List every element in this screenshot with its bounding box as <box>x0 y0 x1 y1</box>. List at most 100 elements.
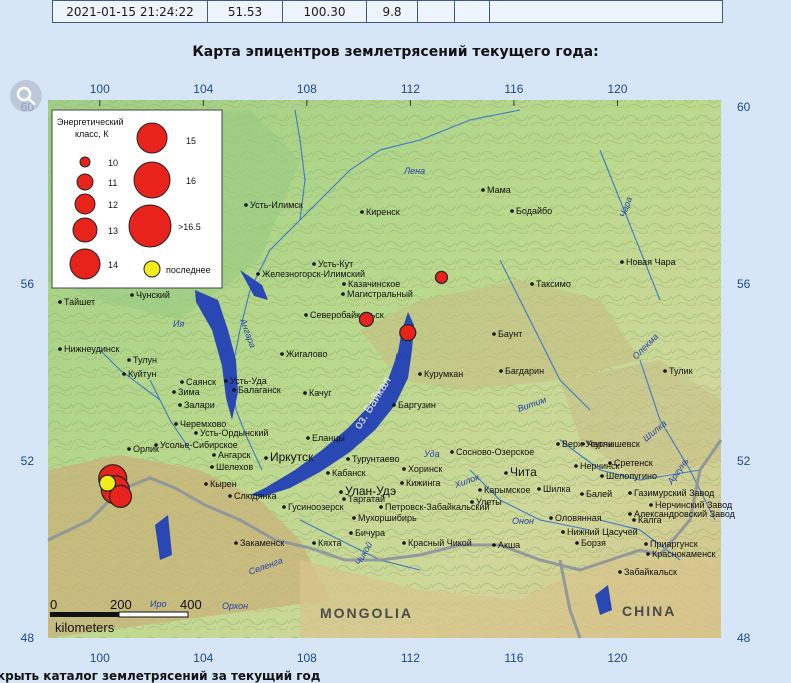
city-dot <box>575 541 579 545</box>
city-dot <box>346 457 350 461</box>
city-dot <box>628 512 632 516</box>
city-label: Калга <box>638 515 662 525</box>
river-label: Орхон <box>222 601 248 611</box>
city: Таксимо <box>530 279 571 289</box>
city-label: Краснокаменск <box>652 549 716 559</box>
city-label: Железногорск-Илимский <box>262 269 365 279</box>
city: Залари <box>178 400 215 410</box>
axis-tick-left: 52 <box>21 454 35 468</box>
city-label: Тулик <box>669 366 693 376</box>
city: Куйтун <box>122 369 156 379</box>
axis-tick-left: 48 <box>21 631 35 645</box>
city-label: Балаганск <box>238 385 281 395</box>
city-label: Тулун <box>133 355 157 365</box>
city: Слюдянка <box>228 491 277 501</box>
city-dot <box>212 453 216 457</box>
city: Газимурский Завод <box>628 488 715 498</box>
city-dot <box>342 497 346 501</box>
city-label: Красный Чикой <box>408 538 472 548</box>
city-label: Новая Чара <box>626 257 676 267</box>
city-dot <box>402 467 406 471</box>
city-dot <box>58 300 62 304</box>
city: Таргатай <box>342 494 385 504</box>
table-cell-5 <box>417 0 455 23</box>
city: Чунский <box>130 290 170 300</box>
city-dot <box>282 505 286 509</box>
city-label: Чита <box>510 465 537 479</box>
river-label: Уда <box>423 449 440 459</box>
city: Хоринск <box>402 464 442 474</box>
axis-tick-top: 100 <box>90 82 110 96</box>
legend-label: 10 <box>108 158 118 168</box>
city-dot <box>549 516 553 520</box>
city-dot <box>244 203 248 207</box>
city-label: Бодайбо <box>516 206 552 216</box>
city-label: Ангарск <box>218 450 251 460</box>
city: Шелопугино <box>600 471 657 481</box>
city-dot <box>178 403 182 407</box>
city: Железногорск-Илимский <box>256 269 365 279</box>
river-label: Иду <box>395 352 411 362</box>
city-label: Газимурский Завод <box>634 488 715 498</box>
zoom-button[interactable] <box>10 80 42 112</box>
city-dot <box>58 347 62 351</box>
epicenter-marker <box>399 324 417 342</box>
city-dot <box>478 488 482 492</box>
city-dot <box>339 490 343 494</box>
city-label: Нижний Цасучей <box>567 527 638 537</box>
city: Чита <box>504 465 537 479</box>
city: Нижний Цасучей <box>561 527 638 537</box>
city-label: Баргузин <box>398 400 436 410</box>
city-dot <box>618 570 622 574</box>
city-label: Кяхта <box>318 538 342 548</box>
city: Новая Чара <box>620 257 676 267</box>
city: Балаганск <box>232 385 281 395</box>
city: Усть-Кут <box>312 259 353 269</box>
axis-tick-right: 60 <box>737 100 751 114</box>
legend-marker <box>69 248 101 280</box>
city-label: Усолье-Сибирское <box>160 440 238 450</box>
city-label: Шелопугино <box>606 471 657 481</box>
legend-title-line1: Энергетический <box>57 117 124 127</box>
city-label: Шилка <box>543 484 571 494</box>
city-dot <box>127 358 131 362</box>
city: Шилка <box>537 484 571 494</box>
legend-marker <box>128 204 172 248</box>
city-dot <box>530 282 534 286</box>
city-dot <box>256 272 260 276</box>
epicenter-marker <box>434 270 449 284</box>
city-label: Балей <box>586 489 612 499</box>
legend-label: >16.5 <box>178 222 201 232</box>
river-label: Лена <box>403 166 425 176</box>
axis-tick-left: 56 <box>21 277 35 291</box>
city-label: Еланцы <box>312 433 345 443</box>
city: Бодайбо <box>510 206 552 216</box>
river-label: Ия <box>173 319 184 329</box>
river-label: Онон <box>512 516 534 526</box>
city-label: Кырен <box>210 479 237 489</box>
city: Сретенск <box>608 458 653 468</box>
city-label: Сосново-Озерское <box>456 447 534 457</box>
city-dot <box>418 372 422 376</box>
legend-marker <box>72 217 98 243</box>
city-dot <box>402 541 406 545</box>
city-dot <box>649 503 653 507</box>
city-label: Акша <box>498 540 520 550</box>
city-label: Куйтун <box>128 369 156 379</box>
legend-title-line2: класс, К <box>75 129 109 139</box>
city-dot <box>204 482 208 486</box>
city-label: Зима <box>178 387 200 397</box>
legend-label: 12 <box>108 200 118 210</box>
city: Багдарин <box>499 366 544 376</box>
city-dot <box>492 543 496 547</box>
city-dot <box>663 369 667 373</box>
city-label: Кабанск <box>332 468 366 478</box>
city-label: Мама <box>487 185 511 195</box>
river-label: Иро <box>150 599 166 609</box>
city-label: Казачинское <box>348 279 400 289</box>
axis-tick-bottom: 108 <box>297 651 317 665</box>
city-label: Чунский <box>136 290 170 300</box>
city: Еланцы <box>306 433 345 443</box>
city-label: Киренск <box>366 207 400 217</box>
table-row: 2021-01-15 21:24:22 51.53 100.30 9.8 <box>52 0 723 23</box>
